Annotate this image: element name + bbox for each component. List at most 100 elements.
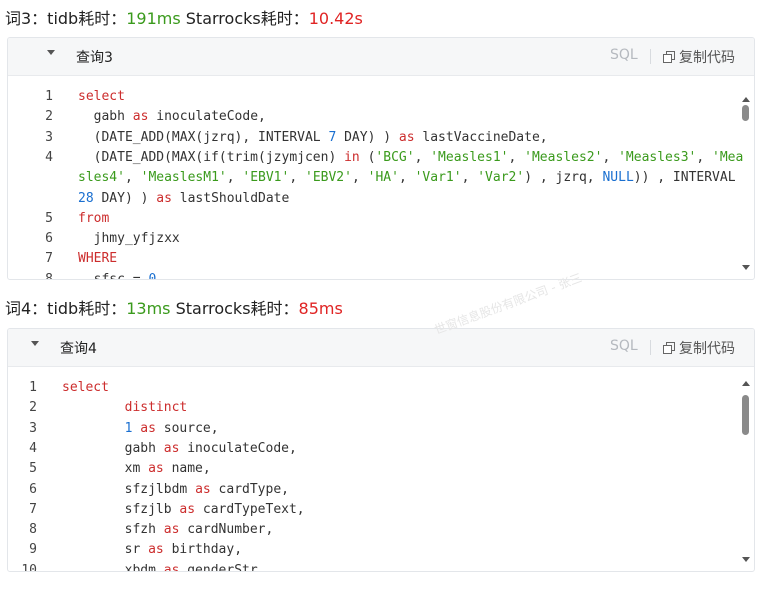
keyword-token: as — [148, 542, 164, 558]
divider — [650, 49, 651, 64]
collapse-icon[interactable] — [47, 50, 55, 55]
code-line: sles4', 'MeaslesM1', 'EBV1', 'EBV2', 'HA… — [78, 168, 736, 188]
keyword-token: as — [163, 562, 180, 571]
code-token: inoculateCode, — [148, 109, 266, 125]
query3-heading-prefix: 词3：tidb耗时： — [5, 9, 127, 28]
keyword-token: select — [62, 380, 109, 395]
code-token: sfzjlbdm — [62, 481, 196, 497]
code-line: sfzjlb as cardTypeText, — [62, 500, 305, 520]
query3-tidb-time: 191ms — [126, 9, 181, 28]
scrollbar-thumb[interactable] — [742, 105, 749, 121]
query4-tidb-time: 13ms — [126, 299, 171, 318]
code-token: , — [696, 149, 713, 165]
code-token: , — [351, 170, 368, 186]
keyword-token: in — [344, 149, 360, 165]
line-number: 8 — [8, 270, 53, 279]
code-token: , — [398, 170, 415, 186]
line-number: 8 — [29, 522, 37, 538]
line-number: 6 — [29, 481, 37, 497]
keyword-token: as — [140, 420, 156, 436]
code-token: xm — [62, 461, 149, 477]
string-token: 'Var1' — [414, 170, 462, 186]
code-token: gabh — [78, 109, 133, 125]
code-line: sr as birthday, — [62, 540, 242, 560]
code-block-title: 查询3 — [76, 50, 113, 66]
line-number: 5 — [29, 461, 37, 477]
line-number: 1 — [29, 380, 37, 395]
code-line: gabh as inoculateCode, — [78, 107, 266, 127]
line-number: 10 — [21, 562, 37, 571]
keyword-token: WHERE — [78, 251, 118, 267]
keyword-token: as — [132, 109, 149, 125]
scroll-down-arrow[interactable] — [742, 557, 750, 562]
code-block-query3: 查询3 SQL 复制代码 1 select 2 gabh as inoculateC… — [7, 37, 755, 280]
code-line: jhmy_yfjzxx — [78, 229, 180, 249]
code-line: 28 DAY) ) as lastShouldDate — [78, 189, 289, 209]
code-token: sfzjlb — [62, 501, 180, 517]
scroll-up-arrow[interactable] — [742, 97, 750, 102]
copy-icon — [663, 51, 675, 63]
code-line: distinct — [62, 398, 188, 418]
code-line: select — [62, 378, 109, 398]
code-block-header: 查询4 SQL 复制代码 — [8, 329, 754, 367]
code-line: WHERE — [78, 249, 117, 269]
copy-code-button[interactable]: 复制代码 — [663, 338, 735, 358]
query4-heading-prefix: 词4：tidb耗时： — [5, 299, 127, 318]
string-token: 'EBV1' — [242, 170, 290, 186]
code-token: sr — [62, 542, 149, 558]
scroll-up-arrow[interactable] — [742, 381, 750, 386]
line-number: 9 — [29, 542, 37, 558]
language-label: SQL — [610, 47, 638, 63]
query4-starrocks-time: 85ms — [298, 299, 343, 318]
copy-code-label: 复制代码 — [679, 50, 735, 66]
code-line: sfzjlbdm as cardType, — [62, 480, 289, 500]
scrollbar-thumb[interactable] — [742, 395, 749, 435]
keyword-token: distinct — [124, 400, 188, 416]
code-token: lastVaccineDate, — [414, 129, 548, 145]
code-line: (DATE_ADD(MAX(jzrq), INTERVAL 7 DAY) ) a… — [78, 128, 548, 148]
copy-code-button[interactable]: 复制代码 — [663, 47, 735, 67]
keyword-token: as — [156, 190, 172, 206]
number-token: 28 — [78, 190, 94, 206]
code-token: cardTypeText, — [195, 501, 305, 517]
line-number: 2 — [29, 400, 37, 416]
code-token: sfzh — [62, 522, 164, 538]
query3-timing-heading: 词3：tidb耗时：191ms Starrocks耗时：10.42s — [5, 5, 363, 29]
line-number: 5 — [45, 210, 53, 226]
string-token: 'EBV2' — [305, 170, 352, 186]
code-line: select — [78, 87, 125, 107]
code-token: , — [289, 170, 305, 186]
query3-starrocks-time: 10.42s — [308, 9, 363, 28]
divider — [650, 340, 651, 355]
string-token: sles4' — [78, 170, 125, 186]
keyword-token: as — [163, 440, 180, 456]
keyword-token: as — [148, 461, 164, 477]
number-token: NULL — [602, 170, 634, 186]
code-area[interactable]: 1 select 2 distinct 3 1 as source, 4 gabh as… — [8, 367, 754, 571]
code-token: ) , jzrq, — [524, 170, 603, 186]
code-token: (DATE_ADD(MAX(if(trim(jzymjcen) — [78, 149, 345, 165]
copy-code-label: 复制代码 — [679, 341, 735, 357]
string-token: 'MeaslesM1' — [140, 170, 227, 186]
scroll-down-arrow[interactable] — [742, 265, 750, 270]
code-token: , — [508, 149, 525, 165]
keyword-token: select — [78, 89, 125, 104]
line-number: 6 — [45, 231, 53, 247]
string-token: 'HA' — [367, 170, 399, 186]
string-token: 'Measles1' — [430, 149, 509, 165]
keyword-token: as — [179, 501, 196, 517]
line-number: 4 — [29, 440, 37, 456]
code-token: DAY) ) — [93, 190, 157, 206]
line-number: 7 — [45, 251, 53, 267]
code-line: from — [78, 209, 109, 229]
code-block-query4: 查询4 SQL 复制代码 1 select 2 distinct 3 1 as sou… — [7, 328, 755, 572]
code-line: xm as name, — [62, 459, 211, 479]
code-line: sfzh as cardNumber, — [62, 520, 274, 540]
string-token: 'Measles3' — [618, 149, 697, 165]
line-number: 3 — [29, 420, 37, 436]
code-token: gabh — [62, 440, 164, 456]
code-token: xbdm — [62, 562, 164, 571]
collapse-icon[interactable] — [31, 341, 39, 346]
code-area[interactable]: 1 select 2 gabh as inoculateCode, 3 (DATE_A… — [8, 76, 754, 279]
